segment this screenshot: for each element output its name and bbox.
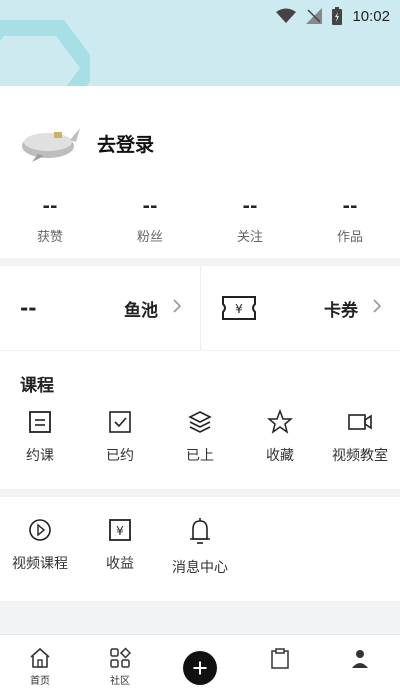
course-item-booked[interactable]: 已约	[80, 409, 160, 465]
course-item-label: 已上	[186, 448, 214, 464]
wifi-icon	[276, 8, 297, 23]
grid-icon	[110, 647, 131, 668]
tab-home[interactable]: 首页	[0, 635, 80, 700]
stat-fans[interactable]: -- 粉丝	[100, 196, 200, 245]
tab-create[interactable]	[160, 635, 240, 700]
profile-card: 去登录 -- 获赞 -- 粉丝 -- 关注 -- 作品	[0, 86, 400, 258]
plus-icon	[183, 651, 217, 685]
stat-likes[interactable]: -- 获赞	[0, 196, 100, 245]
course-item-label: 约课	[26, 448, 54, 464]
wallet-row: -- 鱼池 ¥ 卡券	[0, 266, 400, 350]
courses-section: 课程 约课 已约 已上 收藏 视频教室	[0, 351, 400, 489]
tab-label: 首页	[30, 676, 50, 687]
layers-icon	[188, 411, 212, 433]
bell-icon	[190, 518, 210, 544]
courses-grid: 约课 已约 已上 收藏 视频教室	[0, 409, 400, 465]
battery-charging-icon	[332, 7, 343, 25]
tool-item-label: 消息中心	[172, 560, 228, 576]
profile-stats: -- 获赞 -- 粉丝 -- 关注 -- 作品	[0, 196, 400, 245]
stat-label: 获赞	[36, 230, 63, 245]
fish-pond-entry[interactable]: -- 鱼池	[0, 266, 200, 350]
fish-pond-label: 鱼池	[124, 301, 158, 321]
status-time: 10:02	[352, 7, 390, 25]
tool-item-messages[interactable]: 消息中心	[160, 517, 240, 577]
tools-grid: 视频课程 ¥ 收益 消息中心	[0, 517, 240, 577]
stat-works[interactable]: -- 作品	[300, 196, 400, 245]
coupon-entry[interactable]: ¥ 卡券	[200, 266, 400, 350]
stat-value: --	[242, 196, 258, 217]
tab-clipboard[interactable]	[240, 635, 320, 700]
stat-value: --	[42, 196, 58, 217]
stat-label: 作品	[336, 230, 363, 245]
chevron-right-icon	[373, 299, 382, 313]
tool-item-label: 收益	[106, 556, 134, 572]
tool-item-earnings[interactable]: ¥ 收益	[80, 517, 160, 577]
courses-title: 课程	[20, 376, 54, 396]
course-item-favorites[interactable]: 收藏	[240, 409, 320, 465]
tab-community[interactable]: 社区	[80, 635, 160, 700]
course-item-book[interactable]: 约课	[0, 409, 80, 465]
stat-value: --	[142, 196, 158, 217]
ticket-icon: ¥	[222, 296, 256, 320]
tool-item-label: 视频课程	[12, 556, 68, 572]
section-divider	[0, 601, 400, 634]
status-bar: 10:02	[0, 0, 400, 32]
course-item-label: 收藏	[266, 448, 294, 464]
home-icon	[30, 647, 50, 668]
course-item-attended[interactable]: 已上	[160, 409, 240, 465]
fish-pond-value: --	[20, 296, 37, 320]
stat-value: --	[342, 196, 358, 217]
tab-label: 社区	[110, 676, 130, 687]
star-icon	[267, 409, 293, 434]
stat-label: 粉丝	[136, 230, 163, 245]
clipboard-icon	[271, 648, 289, 669]
chevron-right-icon	[173, 299, 182, 313]
yen-symbol: ¥	[116, 524, 124, 538]
stat-label: 关注	[236, 230, 263, 245]
whale-avatar-icon[interactable]	[18, 120, 82, 164]
stat-following[interactable]: -- 关注	[200, 196, 300, 245]
list-box-icon	[29, 411, 51, 433]
yen-box-icon: ¥	[109, 519, 131, 541]
course-item-label: 视频教室	[332, 448, 388, 464]
tools-section: 视频课程 ¥ 收益 消息中心	[0, 497, 400, 601]
video-camera-icon	[348, 414, 372, 430]
login-link[interactable]: 去登录	[97, 130, 154, 157]
no-signal-icon	[306, 8, 323, 24]
person-icon	[352, 650, 368, 668]
tool-item-video-courses[interactable]: 视频课程	[0, 517, 80, 577]
course-item-video-classroom[interactable]: 视频教室	[320, 409, 400, 465]
ticket-symbol: ¥	[235, 302, 243, 316]
tab-profile[interactable]	[320, 635, 400, 700]
bottom-tab-bar: 首页 社区	[0, 634, 400, 700]
coupon-label: 卡券	[324, 301, 358, 321]
check-box-icon	[109, 411, 131, 433]
course-item-label: 已约	[106, 448, 134, 464]
play-circle-icon	[29, 519, 51, 541]
